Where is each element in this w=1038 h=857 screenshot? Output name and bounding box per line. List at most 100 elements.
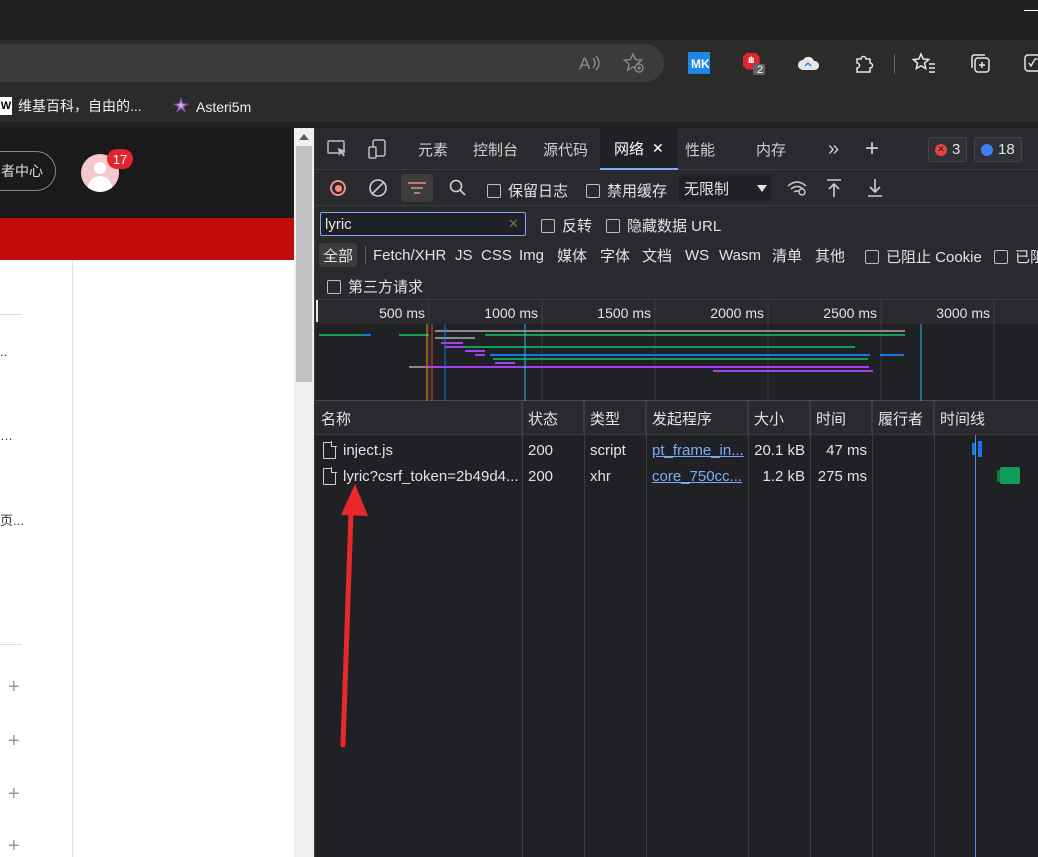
column-status[interactable]: 状态 [522,401,584,435]
timeline-tick-label: 3000 ms [936,305,990,321]
collections-icon[interactable] [968,51,992,75]
plus-icon[interactable]: + [8,835,20,857]
third-party-checkbox[interactable]: 第三方请求 [327,276,423,297]
message-count-badge[interactable]: 18 [974,137,1022,162]
column-initiator[interactable]: 发起程序 [646,401,748,435]
hide-data-urls-checkbox[interactable]: 隐藏数据 URL [606,215,721,236]
column-name[interactable]: 名称 [315,401,522,435]
preserve-log-checkbox[interactable]: 保留日志 [487,180,568,201]
mk-extension-icon[interactable]: MK [687,51,711,75]
adblock-extension-icon[interactable]: 2 [742,51,766,76]
request-size: 20.1 kB [754,441,805,459]
type-filter-wasm[interactable]: Wasm [715,243,765,267]
type-filter-css[interactable]: CSS [477,243,516,267]
add-tab-icon[interactable]: + [865,128,879,170]
device-toolbar-icon[interactable] [366,137,390,161]
waterfall-marker [975,435,976,857]
list-item[interactable]: 页... [0,510,24,529]
site-nav-bar [0,218,294,260]
minimize-icon[interactable] [1024,10,1038,11]
devtools-panel: 元素 控制台 源代码 网络 ✕ 性能 内存 » + ✕ 3 18 保留日志 禁用缓… [314,128,1038,857]
scrollbar-thumb[interactable] [296,146,312,382]
type-filter-fetch-xhr[interactable]: Fetch/XHR [369,243,450,267]
request-status: 200 [528,441,554,459]
third-party-row: 第三方请求 [315,270,1038,300]
record-button[interactable] [322,174,354,202]
tab-memory[interactable]: 内存 [756,128,786,170]
invert-checkbox[interactable]: 反转 [541,215,592,236]
tab-console[interactable]: 控制台 [473,128,518,170]
table-row[interactable]: inject.js 200 script pt_frame_in... 20.1… [315,437,1038,463]
timeline-tick-label: 2000 ms [710,305,764,321]
more-tabs-icon[interactable]: » [828,128,839,170]
list-item[interactable]: .. [0,344,7,359]
search-icon[interactable] [442,174,474,202]
address-bar[interactable]: A [0,44,664,82]
tab-performance[interactable]: 性能 [685,128,715,170]
type-filter-ws[interactable]: WS [681,243,713,267]
extensions-icon[interactable] [852,51,876,75]
throttling-select[interactable]: 无限制 [679,175,771,201]
plus-icon[interactable]: + [8,783,20,806]
column-time[interactable]: 时间 [810,401,872,435]
browser-toolbar: A MK 2 [0,40,1038,90]
tab-network[interactable]: 网络 ✕ [600,128,678,170]
request-initiator-link[interactable]: core_750cc... [652,463,744,489]
list-item[interactable]: … [0,428,13,443]
resource-type-filters: 全部 Fetch/XHR JS CSS Img 媒体 字体 文档 WS Wasm… [315,240,1038,270]
request-initiator-link[interactable]: pt_frame_in... [652,437,744,463]
bookmark-wikipedia[interactable]: W 维基百科，自由的... [0,96,142,116]
blocked-cookies-checkbox[interactable]: 已阻止 Cookie [865,246,982,267]
math-solver-icon[interactable] [1022,51,1038,75]
list-divider [0,644,22,645]
close-tab-icon[interactable]: ✕ [652,140,664,157]
table-row[interactable]: lyric?csrf_token=2b49d4... 200 xhr core_… [315,463,1038,489]
waterfall-bar [1000,467,1020,484]
import-har-icon[interactable] [818,174,850,202]
file-icon [323,466,337,485]
column-size[interactable]: 大小 [748,401,810,435]
scroll-up-icon[interactable] [299,134,309,140]
page-scrollbar[interactable] [294,128,314,857]
type-filter-img[interactable]: Img [515,243,548,267]
read-aloud-icon[interactable]: A [578,51,602,75]
clear-icon[interactable] [362,174,394,202]
type-filter-all[interactable]: 全部 [319,243,358,267]
wikipedia-icon: W [0,97,12,115]
error-count-badge[interactable]: ✕ 3 [928,137,968,162]
type-filter-doc[interactable]: 文档 [638,243,676,267]
column-waterfall[interactable]: 时间线 [934,401,1038,435]
type-filter-font[interactable]: 字体 [596,243,634,267]
type-filter-media[interactable]: 媒体 [553,243,591,267]
creator-center-button[interactable]: 者中心 [0,151,56,191]
column-type[interactable]: 类型 [584,401,646,435]
sidebar-divider [72,260,73,857]
tab-sources[interactable]: 源代码 [543,128,588,170]
web-page: 者中心 17 .. … 页... + + + + [0,128,294,857]
waterfall-bar [978,441,982,457]
type-filter-manifest[interactable]: 清单 [768,243,806,267]
plus-icon[interactable]: + [8,676,20,699]
cloud-extension-icon[interactable] [797,51,821,75]
plus-icon[interactable]: + [8,730,20,753]
type-filter-js[interactable]: JS [451,243,477,267]
bookmark-asteri5m[interactable]: Asteri5m [172,96,251,117]
filter-input[interactable] [320,212,526,236]
column-fulfilled-by[interactable]: 履行者 [872,401,934,435]
type-filter-other[interactable]: 其他 [811,243,849,267]
filter-icon[interactable] [401,174,433,202]
list-divider [0,314,22,315]
network-overview[interactable]: 500 ms 1000 ms 1500 ms 2000 ms 2500 ms 3000 m… [315,300,1038,401]
blocked-requests-checkbox[interactable]: 已阻 [994,246,1038,267]
request-time: 47 ms [826,441,867,459]
tab-elements[interactable]: 元素 [418,128,448,170]
error-icon: ✕ [935,143,947,156]
inspect-element-icon[interactable] [326,137,350,161]
svg-text:A: A [579,54,591,73]
network-conditions-icon[interactable] [781,174,813,202]
disable-cache-checkbox[interactable]: 禁用缓存 [586,180,667,201]
clear-filter-icon[interactable]: ✕ [508,216,519,232]
favorites-icon[interactable] [912,51,936,75]
add-favorite-icon[interactable] [622,51,646,75]
export-har-icon[interactable] [859,174,891,202]
